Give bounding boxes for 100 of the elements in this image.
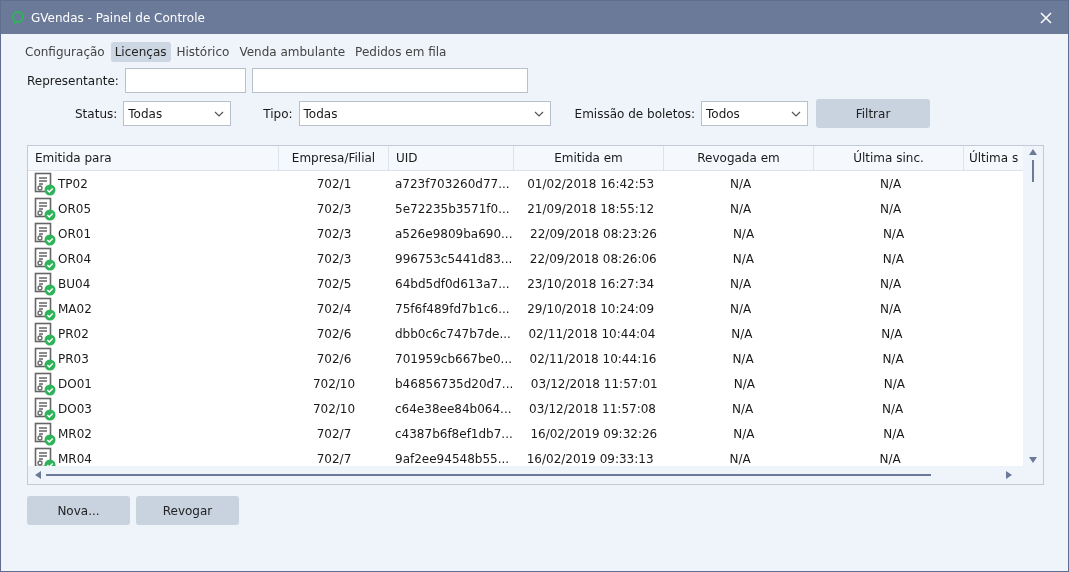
table-cell-text: 702/3 xyxy=(315,250,353,268)
column-header[interactable]: Emitida para xyxy=(28,146,279,170)
table-cell-text: 23/10/2018 16:27:34 xyxy=(526,275,655,293)
table-cell: PR02 xyxy=(58,326,89,341)
table-cell-text: 16/02/2019 09:32:26 xyxy=(529,425,659,443)
table-cell-text: 702/1 xyxy=(315,175,353,193)
column-header[interactable]: Empresa/Filial xyxy=(279,146,389,170)
field-label: Representante: xyxy=(27,73,119,88)
table-cell-text: 75f6f489fd7b1c6... xyxy=(394,300,511,318)
table-cell-text: N/A xyxy=(880,400,905,418)
table-cell-text: c4387b6f8ef1db7... xyxy=(394,425,514,443)
window-title: GVendas - Painel de Controle xyxy=(31,10,206,25)
table-cell-text: 702/4 xyxy=(315,300,353,318)
table-cell-text: 02/11/2018 10:44:04 xyxy=(527,325,657,343)
table-cell-text: 16/02/2019 09:33:13 xyxy=(525,450,655,466)
table-cell-text: b46856735d20d7... xyxy=(394,375,515,393)
new-button[interactable]: Nova... xyxy=(27,496,130,525)
table-cell-text: N/A xyxy=(879,300,903,318)
representative-name-field[interactable] xyxy=(251,68,528,93)
tab[interactable]: Configuração xyxy=(21,42,109,62)
certificate-check-icon xyxy=(34,296,56,321)
certificate-check-icon xyxy=(34,346,56,371)
table-cell-text: 702/3 xyxy=(315,200,353,218)
table-cell-text: N/A xyxy=(881,225,906,243)
table-cell-text: 702/6 xyxy=(315,325,353,343)
table-cell: PR03 xyxy=(58,351,89,366)
certificate-check-icon xyxy=(34,321,56,346)
certificate-check-icon xyxy=(34,396,56,421)
table-cell-text: 702/7 xyxy=(315,425,353,443)
table-cell: MA02 xyxy=(58,301,92,316)
table-cell-text: a526e9809ba690... xyxy=(394,225,514,243)
table-cell-text: N/A xyxy=(879,200,903,218)
table-cell-text: N/A xyxy=(882,425,906,443)
tab[interactable]: Pedidos em fila xyxy=(351,42,451,62)
table-cell-text: 701959cb667be0... xyxy=(394,350,513,368)
table-cell-text: 22/09/2018 08:26:06 xyxy=(528,250,658,268)
table-cell: OR04 xyxy=(58,251,92,266)
table-cell: MR04 xyxy=(58,451,92,466)
field-label: Status: xyxy=(75,106,118,121)
table-cell-text: 996753c5441d83... xyxy=(394,250,514,268)
table-cell: DO03 xyxy=(58,401,92,416)
table-cell-text: N/A xyxy=(879,175,903,193)
table-cell-text: N/A xyxy=(878,275,903,293)
table-cell-text: N/A xyxy=(731,225,756,243)
table-cell-text: N/A xyxy=(729,300,753,318)
certificate-check-icon xyxy=(34,271,56,296)
representative-code-field[interactable] xyxy=(124,68,246,93)
scroll-left-icon[interactable] xyxy=(34,470,42,480)
table-cell-text: 702/7 xyxy=(315,450,353,466)
boleto-dropdown[interactable]: Todos xyxy=(701,101,809,126)
table-cell-text: 02/11/2018 10:44:16 xyxy=(528,350,658,368)
scroll-down-icon[interactable] xyxy=(1028,456,1038,464)
tab[interactable]: Venda ambulante xyxy=(235,42,350,62)
certificate-check-icon xyxy=(34,221,56,246)
table-cell-text: 29/10/2018 10:24:09 xyxy=(526,300,656,318)
type-dropdown[interactable]: Todas xyxy=(298,101,551,126)
certificate-check-icon xyxy=(34,371,56,396)
scroll-up-icon[interactable] xyxy=(1028,148,1038,156)
table-cell-text: N/A xyxy=(730,325,754,343)
column-header[interactable]: Revogada em xyxy=(664,146,814,170)
table-cell-text: 702/3 xyxy=(315,225,353,243)
chevron-down-icon xyxy=(791,110,802,117)
column-header[interactable]: UID xyxy=(389,146,514,170)
tab[interactable]: Histórico xyxy=(172,42,234,62)
status-dropdown[interactable]: Todas xyxy=(123,101,232,126)
table-cell-text: N/A xyxy=(882,375,906,393)
table-cell-text: 702/6 xyxy=(315,350,353,368)
column-header[interactable]: Última sinc. xyxy=(814,146,964,170)
table-cell-text: N/A xyxy=(729,200,753,218)
filter-button[interactable]: Filtrar xyxy=(816,99,931,128)
table-cell-text: dbb0c6c747b7de... xyxy=(394,325,512,343)
scrollbar-thumb[interactable] xyxy=(46,474,931,476)
scrollbar-thumb[interactable] xyxy=(1032,160,1034,182)
certificate-check-icon xyxy=(34,196,56,221)
revoke-button[interactable]: Revogar xyxy=(136,496,239,525)
table-cell: TP02 xyxy=(58,176,88,191)
chevron-down-icon xyxy=(533,110,544,117)
certificate-check-icon xyxy=(34,421,56,446)
table-cell-text: N/A xyxy=(729,175,753,193)
table-cell-text: N/A xyxy=(881,350,905,368)
table-cell-text: N/A xyxy=(880,325,904,343)
table-cell-text: N/A xyxy=(731,250,755,268)
table-cell-text: 21/09/2018 18:55:12 xyxy=(526,200,656,218)
table-cell: MR02 xyxy=(58,426,92,441)
table-cell-text: 03/12/2018 11:57:01 xyxy=(529,375,659,393)
table-cell-text: a723f703260d77... xyxy=(394,175,511,193)
table-cell-text: 702/10 xyxy=(311,375,357,393)
table-cell: OR05 xyxy=(58,201,92,216)
table-cell-text: 64bd5df0d613a7... xyxy=(394,275,511,293)
table-cell-text: N/A xyxy=(878,450,902,466)
table-cell-text: N/A xyxy=(728,450,752,466)
scroll-right-icon[interactable] xyxy=(1005,470,1013,480)
field-label: Emissão de boletos: xyxy=(574,106,696,121)
table-cell-text: c64e38ee84b064... xyxy=(394,400,513,418)
table-cell-text: 702/5 xyxy=(315,275,353,293)
column-header[interactable]: Emitida em xyxy=(514,146,664,170)
table-cell-text: N/A xyxy=(731,350,755,368)
tab[interactable]: Licenças xyxy=(110,42,171,62)
table-cell: OR01 xyxy=(58,226,92,241)
app-logo-icon xyxy=(11,10,25,25)
